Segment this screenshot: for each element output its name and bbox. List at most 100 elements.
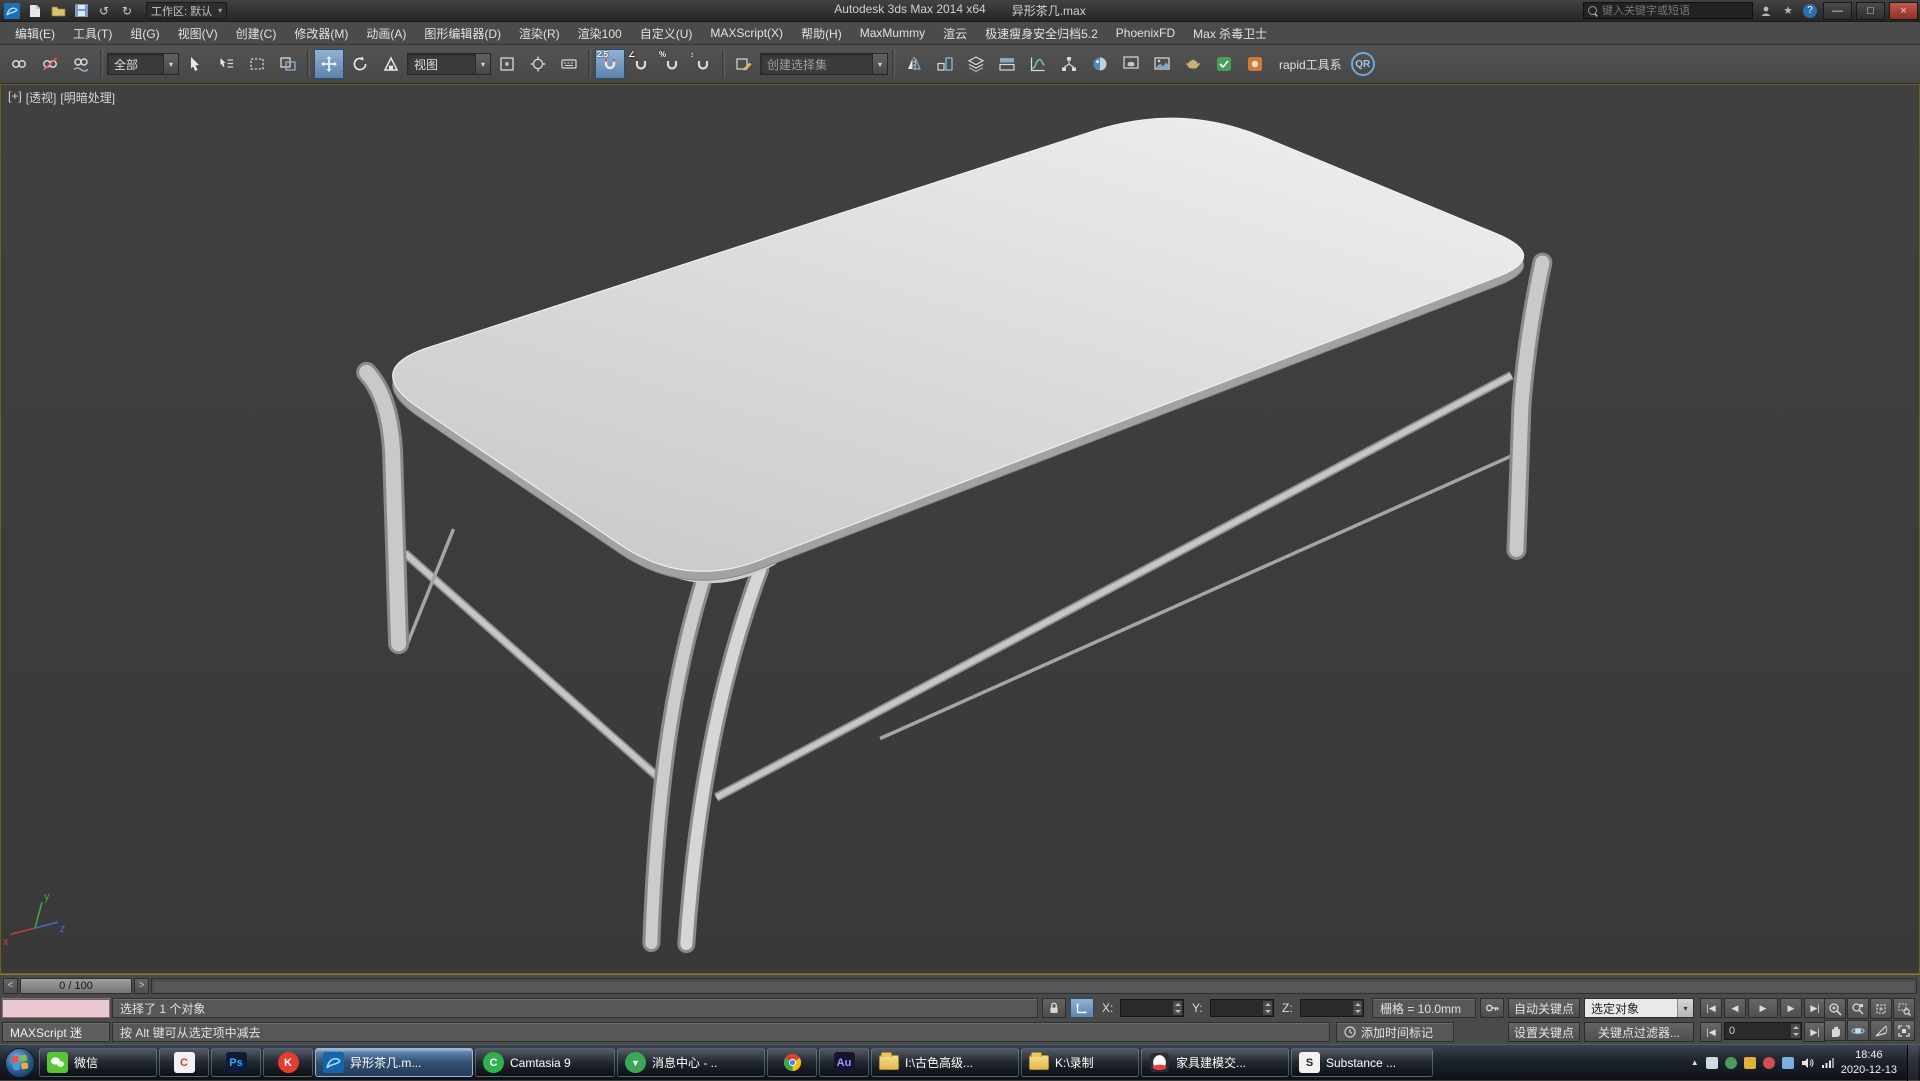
help-icon[interactable]: ? <box>1801 3 1819 19</box>
bind-to-spacewarp-icon[interactable] <box>66 49 96 79</box>
add-time-tag[interactable]: 添加时间标记 <box>1336 1022 1454 1042</box>
close-button[interactable]: × <box>1889 2 1918 20</box>
taskbar-audition[interactable]: Au <box>819 1048 869 1077</box>
frame-spinner[interactable] <box>1791 1024 1800 1038</box>
taskbar-message-center[interactable]: ▼ 消息中心 - .. <box>617 1048 765 1077</box>
set-keys-button[interactable] <box>1480 998 1504 1018</box>
spinner-snap-icon[interactable]: ↕ <box>688 49 718 79</box>
go-to-start-button[interactable]: |◀ <box>1700 998 1722 1018</box>
select-and-move-icon[interactable] <box>314 49 344 79</box>
menu-maxscript[interactable]: MAXScript(X) <box>701 22 792 44</box>
select-object-icon[interactable] <box>180 49 210 79</box>
new-file-icon[interactable] <box>25 2 45 20</box>
align-icon[interactable] <box>930 49 960 79</box>
viewport-menu-pov[interactable]: [透视] <box>26 89 57 106</box>
select-and-scale-icon[interactable] <box>376 49 406 79</box>
previous-frame-button[interactable]: < <box>3 978 18 994</box>
tray-app-icon-5[interactable] <box>1782 1057 1794 1069</box>
go-to-end-button[interactable]: ▶| <box>1804 998 1826 1018</box>
menu-maxmummy[interactable]: MaxMummy <box>851 22 934 44</box>
menu-rendercloud[interactable]: 渲云 <box>934 22 976 44</box>
taskbar-folder-1[interactable]: I:\古色高级... <box>871 1048 1019 1077</box>
rendered-frame-window-icon[interactable] <box>1147 49 1177 79</box>
schematic-view-icon[interactable] <box>1054 49 1084 79</box>
menu-create[interactable]: 创建(C) <box>227 22 286 44</box>
rectangular-region-icon[interactable] <box>242 49 272 79</box>
plugin-icon-1[interactable] <box>1209 49 1239 79</box>
previous-frame-play-button[interactable]: ◀ <box>1724 998 1746 1018</box>
unlink-selection-icon[interactable] <box>35 49 65 79</box>
taskbar-folder-2[interactable]: K:\录制 <box>1021 1048 1139 1077</box>
redo-icon[interactable]: ↻ <box>117 2 137 20</box>
taskbar-chrome[interactable] <box>767 1048 817 1077</box>
angle-snap-icon[interactable]: ∠ <box>626 49 656 79</box>
viewport-menu-shading[interactable]: [明暗处理] <box>60 89 115 106</box>
field-of-view-icon[interactable] <box>1870 1020 1892 1041</box>
next-frame-button[interactable]: > <box>134 978 149 994</box>
percent-snap-icon[interactable]: % <box>657 49 687 79</box>
maximize-button[interactable]: □ <box>1856 2 1885 20</box>
x-coord-field[interactable] <box>1120 999 1184 1017</box>
undo-icon[interactable]: ↺ <box>94 2 114 20</box>
render-setup-icon[interactable] <box>1116 49 1146 79</box>
taskbar-camtasia-recorder[interactable]: C <box>159 1048 209 1077</box>
next-key-button[interactable]: ▶| <box>1804 1022 1826 1042</box>
pan-hand-icon[interactable] <box>1824 1020 1846 1041</box>
qr-tools-button[interactable]: QR <box>1351 52 1375 76</box>
key-filters-button[interactable]: 关键点过滤器... <box>1584 1022 1694 1042</box>
menu-graph-editors[interactable]: 图形编辑器(D) <box>415 22 510 44</box>
current-frame-field[interactable]: 0 <box>1724 1022 1802 1040</box>
next-frame-play-button[interactable]: ▶ <box>1780 998 1802 1018</box>
menu-help[interactable]: 帮助(H) <box>792 22 851 44</box>
y-coord-field[interactable] <box>1210 999 1274 1017</box>
tray-app-icon-2[interactable] <box>1725 1057 1737 1069</box>
menu-phoenixfd[interactable]: PhoenixFD <box>1107 22 1184 44</box>
rapid-tools-button[interactable]: rapid工具系 <box>1271 56 1350 73</box>
macro-recorder-field[interactable] <box>2 998 110 1018</box>
taskbar-3dsmax-document[interactable]: 异形茶几.m... <box>315 1048 473 1077</box>
play-button[interactable]: ▶ <box>1748 998 1778 1018</box>
ribbon-toggle-icon[interactable] <box>992 49 1022 79</box>
workspace-selector[interactable]: 工作区: 默认 ▾ <box>146 2 227 19</box>
select-and-rotate-icon[interactable] <box>345 49 375 79</box>
z-coord-field[interactable] <box>1300 999 1364 1017</box>
menu-edit[interactable]: 编辑(E) <box>6 22 64 44</box>
key-mode-dropdown[interactable]: 选定对象 ▾ <box>1584 998 1694 1018</box>
time-slider-thumb[interactable]: 0 / 100 <box>20 978 132 994</box>
material-editor-icon[interactable] <box>1085 49 1115 79</box>
menu-views[interactable]: 视图(V) <box>169 22 227 44</box>
select-and-link-icon[interactable] <box>4 49 34 79</box>
curve-editor-icon[interactable] <box>1023 49 1053 79</box>
keyboard-override-icon[interactable] <box>554 49 584 79</box>
menu-modifiers[interactable]: 修改器(M) <box>285 22 357 44</box>
show-desktop-button[interactable] <box>1907 1045 1918 1081</box>
minimize-button[interactable]: — <box>1823 2 1852 20</box>
zoom-icon[interactable] <box>1824 998 1846 1019</box>
taskbar-clock[interactable]: 18:46 2020-12-13 <box>1841 1048 1897 1077</box>
set-key-button[interactable]: 设置关键点 <box>1508 1022 1580 1042</box>
menu-render100[interactable]: 渲染100 <box>569 22 631 44</box>
select-and-manipulate-icon[interactable] <box>523 49 553 79</box>
layer-manager-icon[interactable] <box>961 49 991 79</box>
maxscript-mini-listener[interactable]: MAXScript 迷 <box>2 1022 110 1042</box>
absolute-offset-toggle[interactable] <box>1070 998 1094 1018</box>
taskbar-substance[interactable]: S Substance ... <box>1291 1048 1433 1077</box>
taskbar-furniture-group[interactable]: 家具建模交... <box>1141 1048 1289 1077</box>
plugin-icon-2[interactable] <box>1240 49 1270 79</box>
select-by-name-icon[interactable] <box>211 49 241 79</box>
viewport-canvas[interactable]: x y z <box>1 85 1919 973</box>
search-input[interactable] <box>1602 5 1748 17</box>
app-logo-icon[interactable] <box>2 2 22 20</box>
use-pivot-center-icon[interactable] <box>492 49 522 79</box>
auto-key-button[interactable]: 自动关键点 <box>1508 998 1580 1018</box>
menu-animation[interactable]: 动画(A) <box>357 22 415 44</box>
tray-app-icon-4[interactable] <box>1763 1057 1775 1069</box>
save-file-icon[interactable] <box>71 2 91 20</box>
previous-key-button[interactable]: |◀ <box>1700 1022 1722 1042</box>
maximize-viewport-icon[interactable] <box>1893 1020 1915 1041</box>
zoom-extents-icon[interactable] <box>1870 998 1892 1019</box>
selection-filter-dropdown[interactable]: 全部 ▾ <box>107 53 179 75</box>
taskbar-camtasia9[interactable]: C Camtasia 9 <box>475 1048 615 1077</box>
y-spinner[interactable] <box>1263 1001 1272 1015</box>
tabletop-surface[interactable] <box>393 118 1524 571</box>
